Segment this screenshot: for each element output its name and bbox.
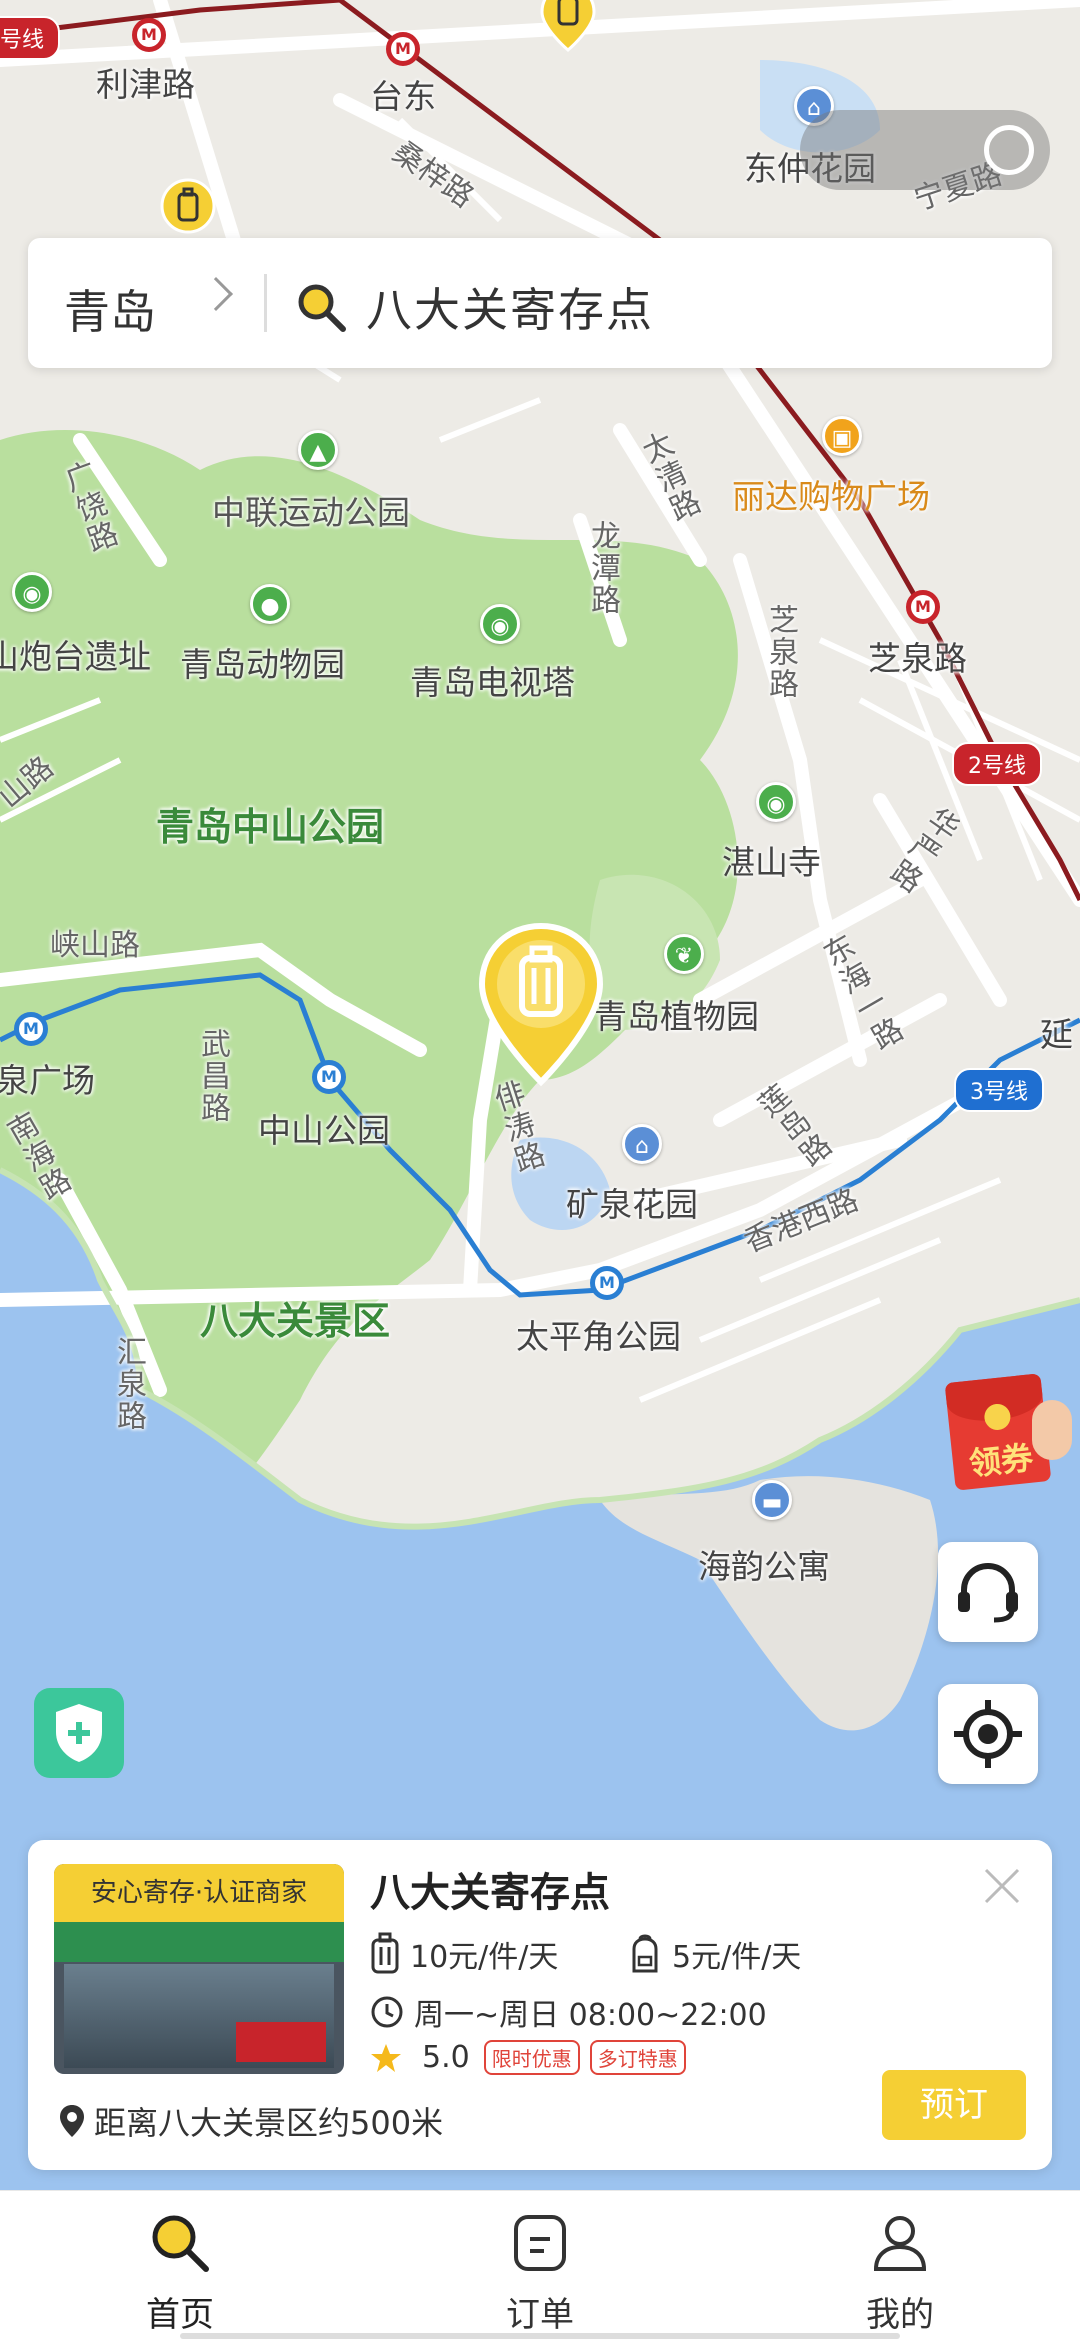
selected-storage-pin-icon[interactable] xyxy=(476,920,606,1090)
customer-service-button[interactable] xyxy=(938,1542,1038,1642)
promo-tag: 限时优惠 xyxy=(483,2040,580,2075)
map-label: 丽达购物广场 xyxy=(732,477,930,516)
map-label: 峡山路 xyxy=(50,928,140,963)
home-icon: ⌂ xyxy=(622,1124,662,1164)
map-label: 芝泉路 xyxy=(763,604,798,700)
map-label: 中山公园 xyxy=(258,1111,390,1150)
map-label: 青岛动物园 xyxy=(180,645,345,684)
tab-orders-label: 订单 xyxy=(506,2295,574,2335)
locate-icon xyxy=(954,1700,1022,1768)
search-icon xyxy=(152,2215,209,2272)
headset-icon xyxy=(958,1562,1018,1623)
coupon-button[interactable]: 领券 xyxy=(944,1370,1072,1491)
layer-icon xyxy=(984,125,1034,175)
map-label: 矿泉花园 xyxy=(566,1185,698,1224)
divider xyxy=(264,274,267,332)
price-luggage-row: 10元/件/天 xyxy=(370,1932,558,1976)
price-bag-row: 5元/件/天 xyxy=(628,1932,801,1976)
rating-score: 5.0 xyxy=(422,2040,470,2075)
tree-icon: ▲ xyxy=(298,430,338,470)
metro-station-marker: M xyxy=(906,590,940,624)
map-label: 青岛中山公园 xyxy=(156,805,385,849)
clock-icon xyxy=(371,1996,403,2028)
order-icon xyxy=(514,2215,566,2271)
city-selector[interactable]: 青岛 xyxy=(64,276,156,342)
price-luggage: 10元/件/天 xyxy=(410,1940,559,1975)
leaf-icon: ❦ xyxy=(664,934,704,974)
search-icon xyxy=(298,284,346,332)
close-icon[interactable] xyxy=(982,1866,1022,1906)
camera-icon: ◉ xyxy=(756,782,796,822)
map-label: 太平角公园 xyxy=(516,1317,681,1356)
map-label: 武昌路 xyxy=(195,1028,230,1124)
suitcase-icon xyxy=(371,1932,399,1974)
tab-home-label: 首页 xyxy=(146,2295,214,2335)
storage-shop-card[interactable]: 安心寄存·认证商家 八大关寄存点 10元/件/天 5元/件/天 周一~周日 08… xyxy=(28,1840,1052,2170)
status-bar xyxy=(0,0,1080,100)
profile-icon xyxy=(873,2216,927,2271)
promo-tag: 多订特惠 xyxy=(589,2040,686,2075)
hours-row: 周一~周日 08:00~22:00 xyxy=(370,1990,767,2034)
map-label: 山炮台遗址 xyxy=(0,637,151,676)
bottom-nav: 首页 订单 我的 xyxy=(0,2190,1080,2340)
home-indicator xyxy=(180,2333,900,2339)
tab-orders[interactable]: 订单 xyxy=(440,2191,640,2340)
tab-profile[interactable]: 我的 xyxy=(800,2191,1000,2340)
backpack-icon xyxy=(632,1934,658,1973)
metro-station-marker: M xyxy=(312,1060,346,1094)
map-label: 龙潭路 xyxy=(585,520,620,616)
rating-row: 5.0 限时优惠 多订特惠 xyxy=(370,2040,696,2075)
shopping-icon: ▣ xyxy=(822,416,862,456)
map-label: 青岛电视塔 xyxy=(410,663,575,702)
distance-text: 距离八大关景区约500米 xyxy=(94,2104,444,2142)
location-pin-icon xyxy=(60,2105,84,2137)
hand-icon xyxy=(1032,1400,1072,1460)
shop-photo: 安心寄存·认证商家 xyxy=(54,1864,344,2074)
map-label: 泉广场 xyxy=(0,1061,95,1100)
map-label: 延 xyxy=(1040,1015,1073,1054)
tab-profile-label: 我的 xyxy=(866,2295,934,2335)
shield-plus-icon xyxy=(56,1704,102,1762)
tab-home[interactable]: 首页 xyxy=(80,2191,280,2340)
certified-badge: 安心寄存·认证商家 xyxy=(54,1864,344,1922)
metro-station-marker: M xyxy=(590,1266,624,1300)
camera-icon: ◉ xyxy=(480,604,520,644)
camera-icon: ◉ xyxy=(12,572,52,612)
hotel-icon: ▬ xyxy=(752,1480,792,1520)
zoo-icon: ● xyxy=(250,584,290,624)
metro-station-marker: M xyxy=(14,1012,48,1046)
map-label: 芝泉路 xyxy=(868,639,967,678)
map-layer-toggle[interactable] xyxy=(800,110,1050,190)
chevron-right-icon xyxy=(199,277,233,311)
search-input[interactable]: 八大关寄存点 xyxy=(366,274,654,340)
shop-title: 八大关寄存点 xyxy=(370,1870,610,1916)
map-label: 汇泉路 xyxy=(111,1336,146,1432)
metro-line-badge: 2号线 xyxy=(952,742,1042,786)
map-label: 海韵公寓 xyxy=(698,1547,830,1586)
map-label: 湛山寺 xyxy=(722,843,821,882)
star-icon xyxy=(371,2043,401,2072)
opening-hours: 周一~周日 08:00~22:00 xyxy=(414,1998,767,2033)
distance-row: 距离八大关景区约500米 xyxy=(58,2098,443,2144)
locate-button[interactable] xyxy=(938,1684,1038,1784)
safety-button[interactable] xyxy=(34,1688,124,1778)
map-label: 中联运动公园 xyxy=(212,493,410,532)
book-button[interactable]: 预订 xyxy=(882,2070,1026,2140)
price-bag: 5元/件/天 xyxy=(672,1940,802,1975)
search-bar[interactable]: 青岛 八大关寄存点 xyxy=(28,238,1052,368)
metro-line-badge: 3号线 xyxy=(954,1068,1044,1112)
map-label: 青岛植物园 xyxy=(594,997,759,1036)
map-label: 八大关景区 xyxy=(200,1299,391,1343)
